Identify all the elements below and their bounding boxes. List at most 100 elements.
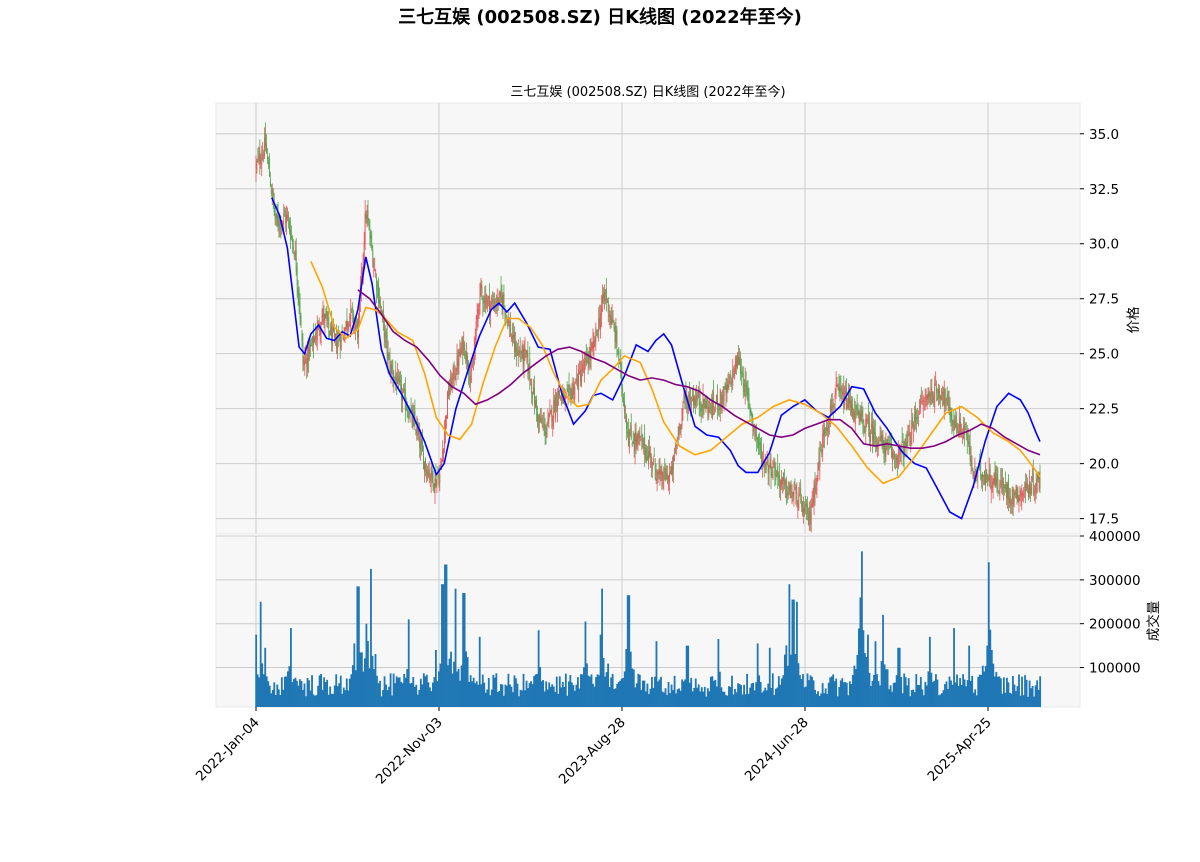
candle-body	[960, 422, 961, 434]
x-tick-label: 2023-Aug-28	[556, 715, 629, 788]
candle-body	[695, 395, 697, 402]
candle-body	[797, 503, 799, 510]
candle-body	[910, 440, 912, 442]
candle-body	[819, 452, 821, 468]
candle-body	[507, 317, 509, 328]
candle-body	[595, 327, 597, 341]
candle-body	[462, 337, 464, 356]
candle-body	[270, 189, 272, 194]
candle-body	[1018, 498, 1020, 506]
candle-body	[453, 366, 455, 380]
candle-body	[314, 333, 316, 342]
candle-body	[271, 190, 273, 194]
candle-body	[267, 161, 269, 164]
candle-body	[736, 356, 737, 368]
candle-body	[1002, 477, 1004, 493]
candle-body	[508, 321, 510, 323]
candle-body	[677, 437, 679, 439]
candle-body	[945, 399, 947, 404]
candle-body	[486, 302, 488, 304]
candle-body	[1021, 493, 1023, 498]
candle-body	[777, 465, 779, 477]
candle-body	[707, 406, 709, 415]
candle-body	[768, 465, 770, 474]
candle-body	[918, 412, 920, 414]
candle-body	[583, 360, 585, 374]
candle-body	[990, 486, 992, 491]
candle-body	[760, 442, 761, 450]
candle-body	[319, 330, 321, 332]
candle-body	[282, 220, 284, 224]
candle-body	[935, 383, 937, 386]
candle-body	[808, 509, 810, 525]
candle-body	[289, 220, 290, 231]
candle-body	[832, 405, 834, 408]
candle-body	[581, 373, 582, 386]
candle-body	[593, 340, 595, 347]
candle-body	[267, 157, 268, 159]
candle-body	[465, 356, 467, 360]
candle-body	[955, 416, 957, 427]
candle-body	[428, 469, 430, 477]
candle-body	[798, 494, 800, 509]
candle-body	[920, 397, 922, 399]
candle-body	[525, 350, 527, 355]
candle-body	[548, 415, 550, 422]
candle-body	[830, 400, 832, 414]
candle-body	[395, 372, 397, 381]
candle-body	[500, 288, 502, 298]
candle-body	[538, 414, 540, 421]
candle-body	[940, 395, 942, 401]
candle-body	[421, 438, 423, 444]
candle-body	[865, 419, 867, 431]
candle-body	[769, 458, 771, 467]
candle-body	[578, 368, 580, 391]
candle-body	[459, 348, 461, 357]
candle-body	[586, 356, 588, 364]
candle-body	[906, 440, 908, 447]
candle-body	[780, 480, 782, 490]
candle-body	[324, 314, 326, 322]
candle-body	[448, 390, 450, 395]
candle-body	[584, 357, 586, 363]
candle-body	[370, 235, 372, 239]
candle-body	[947, 393, 949, 406]
candle-body	[659, 470, 661, 475]
candle-body	[306, 358, 308, 367]
candle-body	[499, 291, 501, 295]
candle-body	[456, 355, 458, 371]
candle-body	[713, 391, 715, 407]
candle-body	[570, 389, 572, 400]
candle-body	[708, 407, 710, 416]
chart-figure: 三七互娱 (002508.SZ) 日K线图 (2022年至今) 三七互娱 (00…	[193, 6, 1162, 788]
candle-body	[492, 304, 494, 307]
candle-body	[745, 384, 747, 387]
candle-body	[939, 389, 940, 399]
candle-body	[283, 214, 285, 218]
candle-body	[705, 400, 707, 410]
candle-body	[807, 515, 809, 526]
candle-body	[487, 298, 489, 307]
candle-body	[350, 305, 352, 319]
candle-body	[443, 449, 445, 455]
candle-body	[293, 252, 295, 259]
candle-body	[907, 433, 909, 442]
candle-body	[732, 369, 734, 386]
candle-body	[612, 318, 614, 323]
candle-body	[328, 317, 330, 329]
candle-body	[876, 446, 878, 449]
candle-body	[946, 394, 948, 400]
candle-body	[560, 396, 562, 400]
candle-body	[536, 412, 538, 422]
candle-body	[846, 388, 848, 410]
candle-body	[800, 488, 802, 496]
candle-body	[654, 458, 656, 469]
candle-body	[367, 210, 369, 222]
candle-body	[939, 395, 941, 400]
candle-body	[513, 334, 514, 338]
candle-body	[911, 420, 913, 445]
candle-body	[489, 295, 491, 314]
candle-body	[987, 477, 989, 481]
candle-body	[506, 314, 508, 317]
candle-body	[447, 387, 449, 397]
